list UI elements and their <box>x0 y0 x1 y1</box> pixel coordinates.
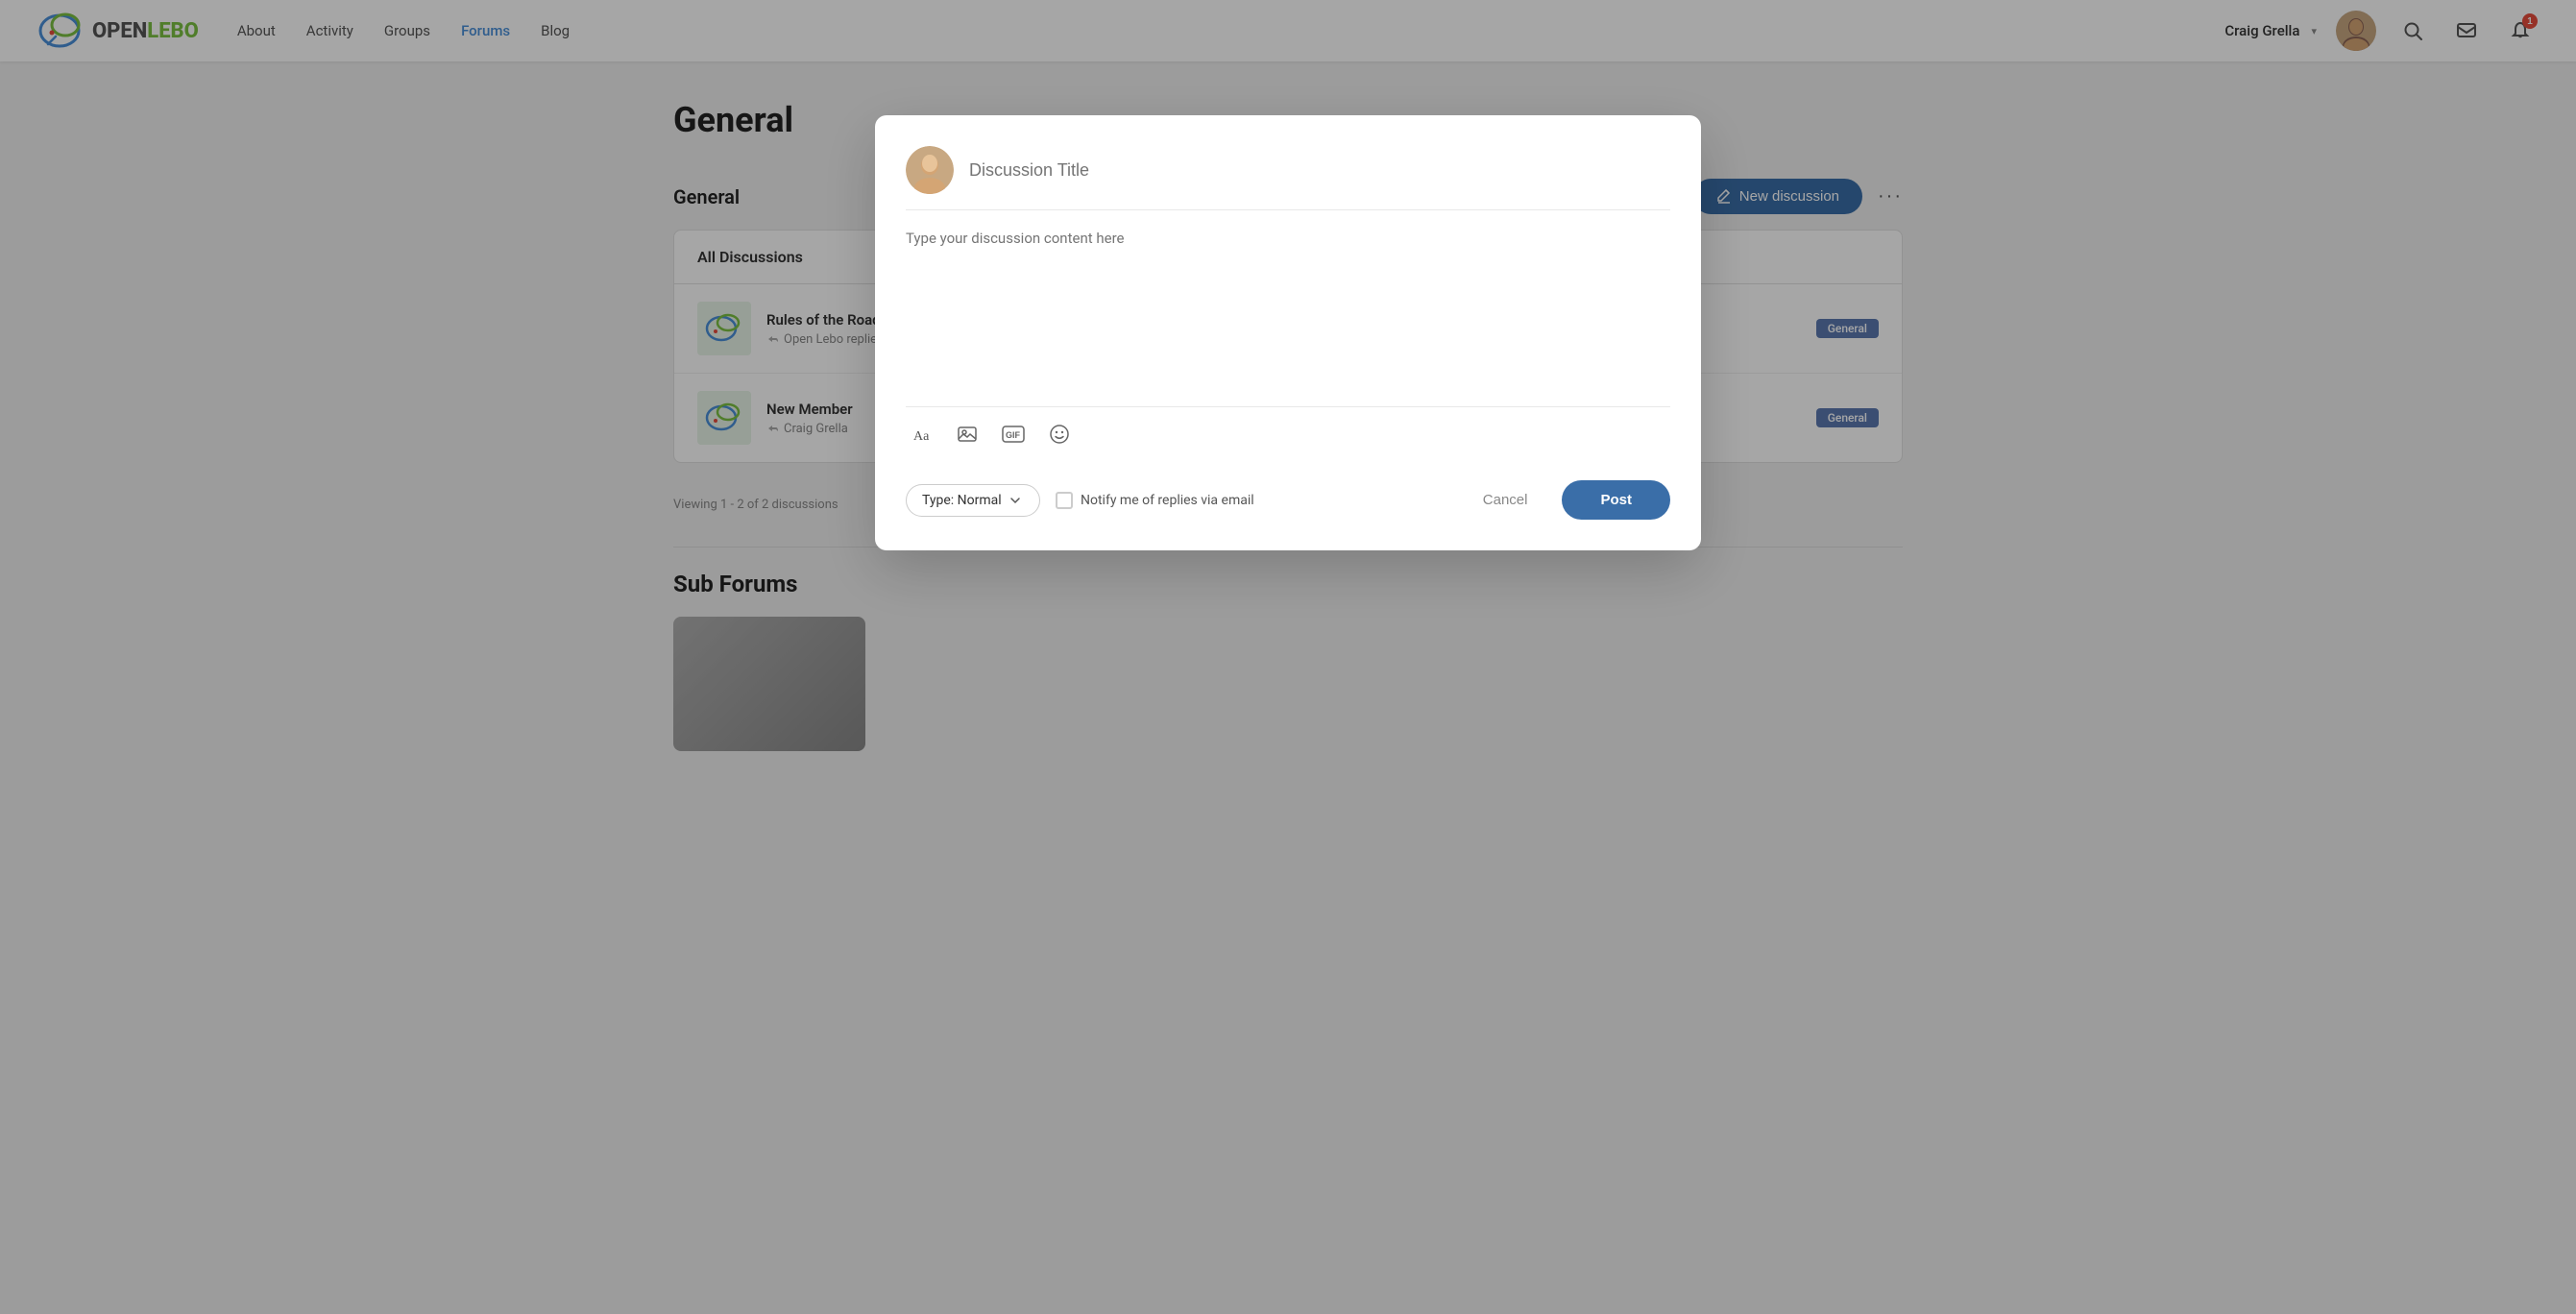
modal-body <box>906 230 1670 387</box>
notify-label: Notify me of replies via email <box>1081 493 1254 508</box>
modal-avatar-image <box>906 146 954 194</box>
notify-row: Notify me of replies via email <box>1056 492 1448 509</box>
svg-text:GIF: GIF <box>1006 430 1021 440</box>
discussion-content-input[interactable] <box>906 230 1670 383</box>
discussion-title-input[interactable] <box>969 160 1670 181</box>
new-discussion-modal: Aa GIF <box>875 115 1701 550</box>
notify-checkbox[interactable] <box>1056 492 1073 509</box>
modal-user-avatar <box>906 146 954 194</box>
type-select[interactable]: Type: Normal <box>906 484 1040 517</box>
image-upload-icon[interactable] <box>952 419 983 450</box>
post-button[interactable]: Post <box>1562 480 1670 520</box>
svg-text:Aa: Aa <box>913 429 930 444</box>
text-format-icon[interactable]: Aa <box>906 419 936 450</box>
gif-icon[interactable]: GIF <box>998 419 1029 450</box>
dropdown-chevron-icon <box>1009 495 1021 506</box>
cancel-button[interactable]: Cancel <box>1464 482 1547 518</box>
modal-header-row <box>906 146 1670 210</box>
emoji-icon[interactable] <box>1044 419 1075 450</box>
modal-overlay[interactable]: Aa GIF <box>0 0 2576 1314</box>
modal-footer: Type: Normal Notify me of replies via em… <box>906 480 1670 520</box>
modal-toolbar: Aa GIF <box>906 406 1670 461</box>
